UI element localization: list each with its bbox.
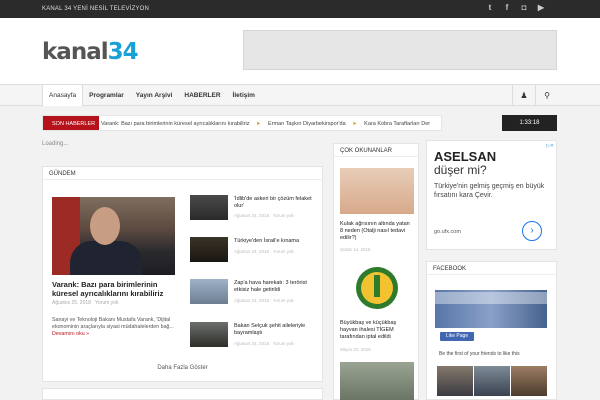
social-links: t f ◘ ▶: [486, 4, 545, 12]
story-thumbnail[interactable]: [190, 322, 228, 347]
facebook-widget: FACEBOOK Like Page Be the first of your …: [426, 261, 557, 400]
main-nav: Anasayfa Programlar Yayın Arşivi HABERLE…: [0, 84, 600, 106]
section-title: ÇOK OKUNANLAR: [334, 144, 418, 157]
twitter-icon[interactable]: t: [486, 4, 494, 12]
logo-number: 34: [107, 39, 139, 65]
story-title[interactable]: Kulak ağrısının altında yatan 8 neden (O…: [340, 221, 414, 242]
next-section-header: [42, 388, 323, 400]
ticker-bullet-icon: ►: [352, 121, 358, 127]
site-header: kanal34: [0, 18, 600, 84]
section-title: GÜNDEM: [43, 167, 322, 180]
ad-headline-2: düşer mi?: [434, 163, 487, 177]
breaking-news-ticker: SON HABERLER Varank: Bazı para birimleri…: [42, 115, 442, 131]
ticker-bullet-icon: ►: [255, 121, 262, 127]
main-story-image[interactable]: [52, 197, 175, 275]
tigem-logo-icon: [356, 267, 398, 309]
chevron-right-icon[interactable]: ›: [522, 221, 542, 241]
show-more-button[interactable]: Daha Fazla Göster: [43, 365, 322, 371]
ad-headline: ASELSAN: [434, 149, 497, 164]
story-title[interactable]: Bakan Selçuk şehit aileleriyle bayramlaş…: [234, 323, 322, 336]
user-icon[interactable]: ♟: [512, 85, 535, 106]
nav-item-iletisim[interactable]: İletişim: [227, 85, 261, 106]
story-meta: Mayıs 22, 2018: [340, 347, 371, 352]
story-thumbnail[interactable]: [340, 168, 414, 214]
ad-body: Türkiye'nin gelmiş geçmiş en büyük fırsa…: [434, 183, 545, 199]
main-story-excerpt: Sanayi ve Teknoloji Bakanı Mustafa Varan…: [52, 317, 174, 337]
facebook-friends-text: Be the first of your friends to like thi…: [439, 351, 520, 357]
ticker-item[interactable]: Varank: Bazı para birimlerinin küresel a…: [101, 121, 249, 127]
ticker-label: SON HABERLER: [43, 116, 99, 130]
logo-text: kanal: [42, 39, 109, 65]
loading-text: Loading...: [42, 141, 69, 147]
top-bar: KANAL 34 YENİ NESİL TELEVİZYON t f ◘ ▶: [0, 0, 600, 18]
site-tagline: KANAL 34 YENİ NESİL TELEVİZYON: [42, 6, 150, 12]
list-item[interactable]: Zap'a hava harekatı: 3 terörist etkisiz …: [190, 279, 320, 306]
story-title[interactable]: 'İdlib'de askeri bir çözüm felaket olur': [234, 196, 322, 209]
story-meta: Ağustos 24, 2018 Yorum yok: [234, 298, 294, 303]
youtube-icon[interactable]: ▶: [537, 4, 545, 12]
facebook-icon[interactable]: f: [503, 4, 511, 12]
list-item[interactable]: Türkiye'den İsrail'e kınama Ağustos 24, …: [190, 237, 320, 264]
story-meta: Ağustos 24, 2018 Yorum yok: [234, 249, 294, 254]
search-icon[interactable]: ⚲: [535, 85, 558, 106]
story-title[interactable]: Büyükbaş ve küçükbaş hayvan ihalesi TİGE…: [340, 320, 414, 341]
story-thumbnail[interactable]: [190, 237, 228, 262]
main-story-meta: Ağustos 25, 2018 Yorum yok: [52, 300, 119, 306]
ticker-item[interactable]: Kara Kobra Taraftarları Der: [364, 121, 430, 127]
gundem-section: GÜNDEM Varank: Bazı para birimlerinin kü…: [42, 166, 323, 382]
ticker-item[interactable]: Erman Taşkın Diyarbekirspor'da: [268, 121, 346, 127]
read-more-link[interactable]: Devamını oku »: [52, 331, 89, 337]
nav-item-yayin-arsivi[interactable]: Yayın Arşivi: [130, 85, 179, 106]
nav-item-haberler[interactable]: HABERLER: [178, 85, 226, 106]
story-title[interactable]: Zap'a hava harekatı: 3 terörist etkisiz …: [234, 280, 322, 293]
header-ad-banner[interactable]: [243, 30, 557, 70]
story-meta: Ağustos 24, 2018 Yorum yok: [234, 341, 294, 346]
story-thumbnail[interactable]: [340, 362, 414, 400]
instagram-icon[interactable]: ◘: [520, 4, 528, 12]
nav-item-programlar[interactable]: Programlar: [83, 85, 130, 106]
story-title[interactable]: Türkiye'den İsrail'e kınama: [234, 238, 322, 245]
nav-item-anasayfa[interactable]: Anasayfa: [42, 85, 84, 106]
ad-choices-icon[interactable]: ▷✕: [546, 143, 554, 149]
list-item[interactable]: Bakan Selçuk şehit aileleriyle bayramlaş…: [190, 322, 320, 349]
story-thumbnail[interactable]: [340, 265, 414, 311]
story-thumbnail[interactable]: [190, 279, 228, 304]
story-meta: Ağustos 24, 2018 Yorum yok: [234, 213, 294, 218]
site-logo[interactable]: kanal34: [42, 39, 139, 65]
facebook-friend-photo[interactable]: [437, 366, 473, 396]
main-story-title[interactable]: Varank: Bazı para birimlerinin küresel a…: [52, 280, 175, 298]
section-title: FACEBOOK: [427, 262, 556, 275]
ad-domain: go.ufx.com: [434, 229, 461, 235]
most-read-section: ÇOK OKUNANLAR Kulak ağrısının altında ya…: [333, 143, 419, 400]
list-item[interactable]: 'İdlib'de askeri bir çözüm felaket olur'…: [190, 195, 320, 222]
story-thumbnail[interactable]: [190, 195, 228, 220]
facebook-friend-photo[interactable]: [474, 366, 510, 396]
story-meta: Şubat 14, 2018: [340, 247, 371, 252]
facebook-cover-image[interactable]: [435, 290, 547, 328]
live-clock: 1:33:18: [502, 115, 557, 131]
sidebar-ad[interactable]: ▷✕ ASELSAN düşer mi? Türkiye'nin gelmiş …: [426, 140, 557, 250]
facebook-like-button[interactable]: Like Page: [440, 332, 474, 341]
facebook-friend-photo[interactable]: [511, 366, 547, 396]
